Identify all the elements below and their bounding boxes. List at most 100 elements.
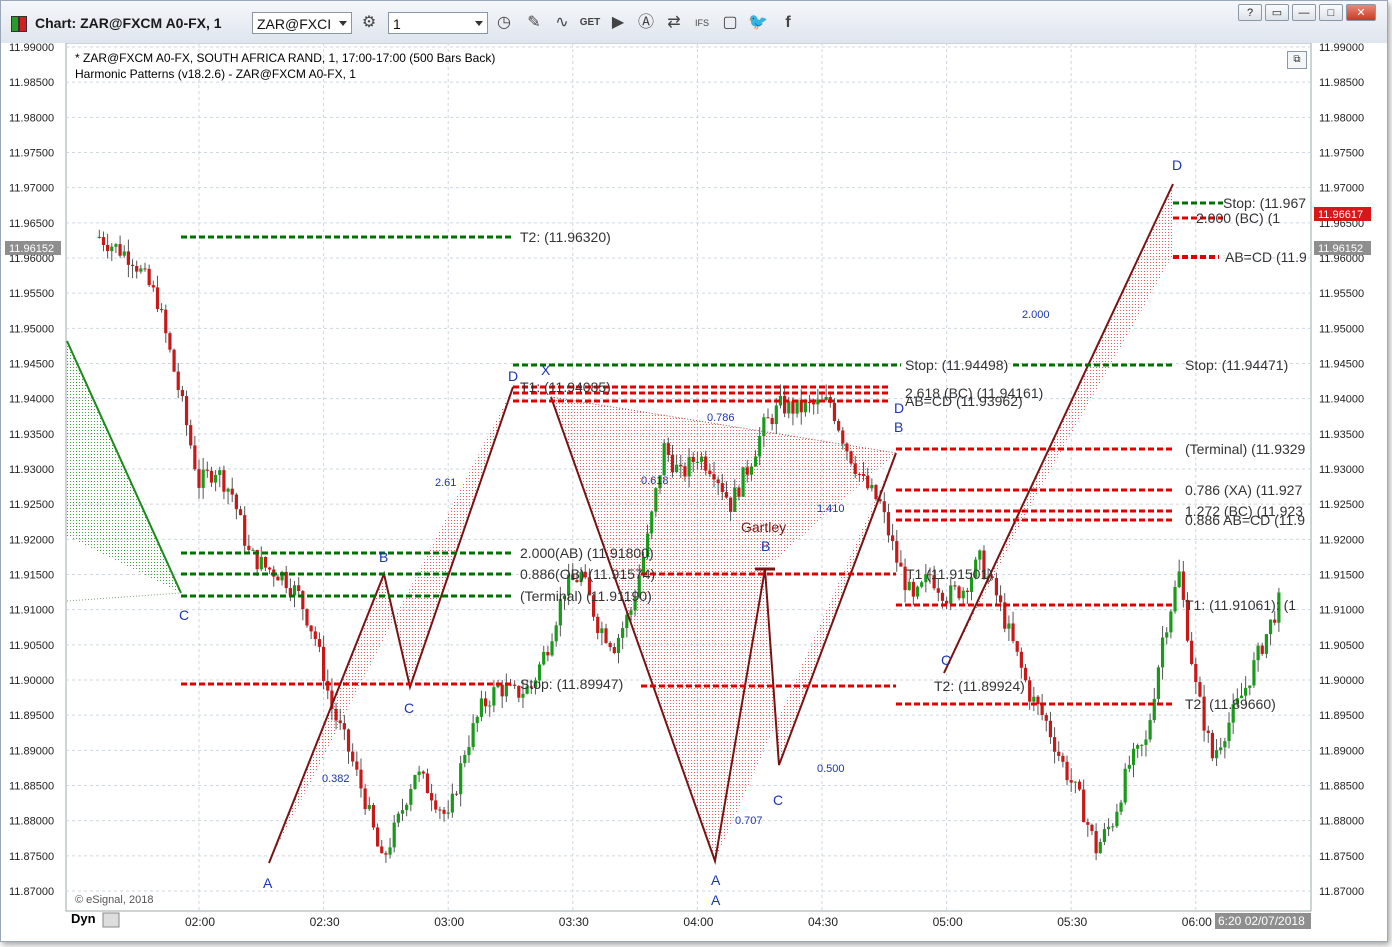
- candle-body: [816, 399, 820, 405]
- target-level-label: 2.000 (BC) (1: [1196, 210, 1280, 226]
- candle-body: [1227, 722, 1231, 742]
- y-tick-label: 11.91500: [1319, 570, 1364, 582]
- candle-body: [351, 751, 355, 762]
- restore-icon[interactable]: ⧉: [1287, 51, 1307, 69]
- candle-body: [857, 474, 861, 476]
- pattern-point-label: A: [711, 892, 721, 908]
- y-tick-label: 11.87500: [9, 851, 54, 863]
- wave-icon[interactable]: ∿: [551, 12, 573, 34]
- candle-body: [375, 827, 380, 847]
- candle-body: [371, 805, 376, 828]
- candle-body: [101, 237, 106, 245]
- facebook-icon[interactable]: f: [777, 12, 799, 34]
- candle-body: [691, 456, 695, 463]
- play-icon[interactable]: ▶: [607, 12, 629, 34]
- candle-body: [911, 581, 915, 597]
- candle-body: [471, 723, 475, 747]
- candle-body: [446, 812, 450, 814]
- pencil-icon[interactable]: ✎: [523, 12, 545, 34]
- y-tick-label: 11.97000: [1319, 183, 1364, 195]
- candle-body: [334, 709, 338, 721]
- y-tick-label: 11.94500: [1319, 359, 1364, 371]
- candle-body: [978, 550, 982, 560]
- clock-icon[interactable]: ◷: [493, 12, 515, 34]
- chart-window: Chart: ZAR@FXCM A0-FX, 1 ZAR@FXCI ⚙ 1 ◷ …: [0, 0, 1388, 942]
- candle-body: [762, 417, 766, 437]
- candle-body: [346, 729, 351, 752]
- candle-body: [704, 456, 708, 471]
- twitter-icon[interactable]: 🐦: [747, 12, 769, 34]
- candle-body: [758, 436, 762, 457]
- minimize-button[interactable]: —: [1292, 4, 1316, 21]
- candle-body: [774, 405, 778, 425]
- y-tick-label: 11.90500: [9, 640, 54, 652]
- dyn-label[interactable]: Dyn: [71, 911, 96, 926]
- candle-body: [886, 512, 891, 536]
- candle-body: [1140, 744, 1144, 746]
- candle-body: [106, 244, 110, 252]
- help-button[interactable]: ?: [1238, 4, 1262, 21]
- chart-header-line2: Harmonic Patterns (v18.2.6) - ZAR@FXCM A…: [75, 67, 356, 81]
- candle-body: [504, 685, 508, 697]
- candle-body: [845, 443, 849, 452]
- candle-body: [110, 246, 114, 252]
- y-tick-label: 11.89000: [9, 745, 54, 757]
- candle-body: [247, 545, 251, 551]
- comment-icon[interactable]: ▢: [719, 12, 741, 34]
- ratio-label: 0.707: [735, 815, 763, 827]
- ifs-icon[interactable]: IFS: [691, 12, 713, 34]
- candle-body: [604, 628, 608, 643]
- candle-body: [1219, 747, 1223, 751]
- candle-body: [313, 631, 317, 640]
- candle-body: [521, 693, 525, 698]
- price-chart[interactable]: 11.87000 11.87500 11.88000 11.88500 11.89000…: [1, 43, 1387, 941]
- y-tick-label: 11.93500: [1319, 429, 1364, 441]
- chevron-down-icon[interactable]: [475, 21, 483, 26]
- candle-body: [434, 800, 438, 810]
- y-tick-label: 11.98000: [1319, 112, 1364, 124]
- candle-body: [1115, 811, 1119, 827]
- candle-body: [708, 470, 712, 475]
- restore-down-button[interactable]: ▭: [1265, 4, 1289, 21]
- candle-body: [1111, 826, 1115, 828]
- target-level-label: AB=CD (11.9: [1225, 249, 1307, 265]
- candle-body: [1165, 632, 1169, 638]
- candle-body: [699, 456, 704, 462]
- pattern-point-label: C: [773, 792, 783, 808]
- candle-body: [961, 590, 965, 599]
- y-tick-label: 11.98500: [9, 77, 54, 89]
- window-title: Chart: ZAR@FXCM A0-FX, 1: [35, 15, 222, 31]
- candle-body: [1190, 640, 1194, 664]
- candle-body: [1061, 755, 1065, 762]
- candle-body: [143, 268, 147, 270]
- settings-icon[interactable]: ⚙: [358, 12, 380, 34]
- candle-body: [263, 556, 268, 568]
- ref-price-left: 11.96152: [9, 243, 54, 255]
- interval-combo[interactable]: 1: [388, 12, 488, 34]
- candle-body: [957, 586, 961, 599]
- target-level-label: AB=CD (11.93962): [905, 393, 1023, 409]
- target-level-label: Stop: (11.94498): [905, 357, 1008, 373]
- get-icon[interactable]: GET: [579, 12, 601, 34]
- y-tick-label: 11.97500: [9, 148, 54, 160]
- candle-body: [600, 628, 604, 634]
- candle-body: [1198, 682, 1202, 697]
- maximize-button[interactable]: □: [1319, 4, 1343, 21]
- candle-body: [467, 746, 471, 756]
- candle-body: [1252, 660, 1256, 686]
- pattern-point-label: B: [379, 549, 388, 565]
- candle-body: [1156, 667, 1161, 699]
- symbol-combo[interactable]: ZAR@FXCI: [252, 12, 352, 34]
- candle-body: [612, 647, 616, 654]
- lock-icon[interactable]: [102, 912, 120, 928]
- candle-body: [288, 588, 292, 596]
- chevron-down-icon[interactable]: [339, 21, 347, 26]
- close-button[interactable]: ✕: [1346, 4, 1376, 21]
- candle-body: [214, 475, 218, 483]
- candle-body: [824, 396, 828, 401]
- candle-body: [442, 809, 446, 814]
- alert-icon[interactable]: Ⓐ: [635, 12, 657, 34]
- candle-body: [454, 793, 459, 795]
- sync-icon[interactable]: ⇄: [663, 12, 685, 34]
- candle-body: [380, 846, 384, 854]
